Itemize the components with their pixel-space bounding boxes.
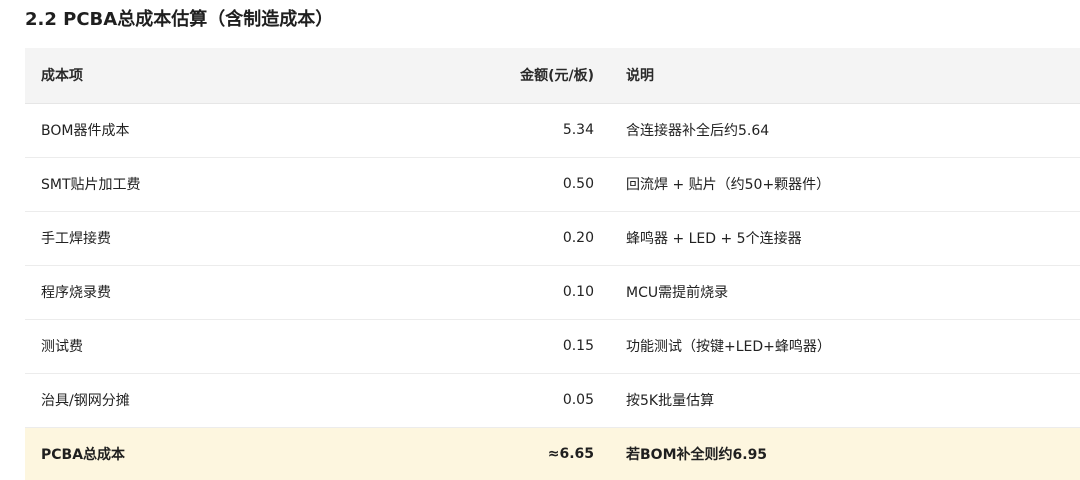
total-note: 若BOM补全则约6.95 xyxy=(626,446,768,463)
table-total-row: PCBA总成本 ≈6.65 若BOM补全则约6.95 xyxy=(25,427,1080,480)
cell-amount: 5.34 xyxy=(343,103,610,158)
cell-item: 手工焊接费 xyxy=(25,211,343,266)
table-row: 手工焊接费 0.20 蜂鸣器 + LED + 5个连接器 xyxy=(25,211,1080,266)
table-row: SMT贴片加工费 0.50 回流焊 + 贴片（约50+颗器件） xyxy=(25,157,1080,212)
cell-note: 功能测试（按键+LED+蜂鸣器） xyxy=(610,319,1080,374)
cell-item: 治具/钢网分摊 xyxy=(25,373,343,428)
column-header-amount[interactable]: 金额(元/板) xyxy=(343,48,610,104)
table-row: BOM器件成本 5.34 含连接器补全后约5.64 xyxy=(25,103,1080,158)
pcba-cost-table: 成本项 金额(元/板) 说明 BOM器件成本 5.34 含连接器补全后约5.64… xyxy=(25,48,1080,480)
cell-item: 测试费 xyxy=(25,319,343,374)
cell-note: 蜂鸣器 + LED + 5个连接器 xyxy=(610,211,1080,266)
cell-note: 按5K批量估算 xyxy=(610,373,1080,428)
table-row: 治具/钢网分摊 0.05 按5K批量估算 xyxy=(25,373,1080,428)
table-body: BOM器件成本 5.34 含连接器补全后约5.64 SMT贴片加工费 0.50 … xyxy=(25,103,1080,480)
cell-note: MCU需提前烧录 xyxy=(610,265,1080,320)
total-amount: ≈6.65 xyxy=(547,445,594,462)
cell-item: SMT贴片加工费 xyxy=(25,157,343,212)
table-row: 程序烧录费 0.10 MCU需提前烧录 xyxy=(25,265,1080,320)
cell-amount: 0.20 xyxy=(343,211,610,266)
column-header-item[interactable]: 成本项 xyxy=(25,48,343,104)
cell-amount: 0.10 xyxy=(343,265,610,320)
total-item: PCBA总成本 xyxy=(41,446,126,463)
cell-note: 含连接器补全后约5.64 xyxy=(610,103,1080,158)
cell-note: 回流焊 + 贴片（约50+颗器件） xyxy=(610,157,1080,212)
column-header-note[interactable]: 说明 xyxy=(610,48,1080,104)
section-title: 2.2 PCBA总成本估算（含制造成本） xyxy=(25,9,334,30)
cell-amount: 0.15 xyxy=(343,319,610,374)
table-header-row: 成本项 金额(元/板) 说明 xyxy=(25,48,1080,104)
table-header: 成本项 金额(元/板) 说明 xyxy=(25,48,1080,104)
table-row: 测试费 0.15 功能测试（按键+LED+蜂鸣器） xyxy=(25,319,1080,374)
cell-amount: 0.05 xyxy=(343,373,610,428)
cell-item: BOM器件成本 xyxy=(25,103,343,158)
cell-item: 程序烧录费 xyxy=(25,265,343,320)
cell-amount: 0.50 xyxy=(343,157,610,212)
